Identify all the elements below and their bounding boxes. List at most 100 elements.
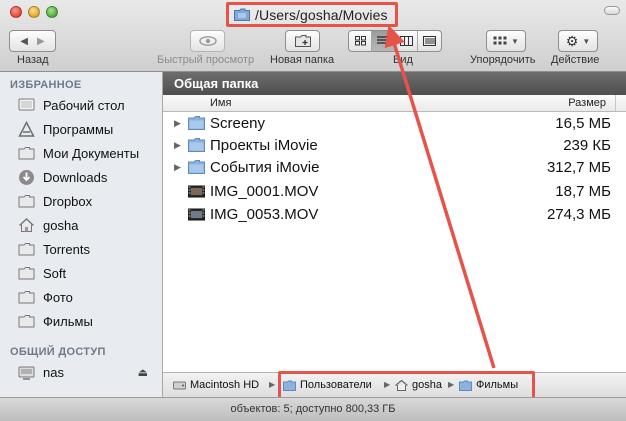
column-size-header[interactable]: Размер: [568, 97, 606, 109]
arrange-label: Упорядочить: [470, 54, 536, 66]
file-row[interactable]: IMG_0001.MOV 18,7 МБ: [163, 180, 626, 203]
shared-heading: ОБЩИЙ ДОСТУП: [10, 346, 106, 358]
sidebar-item-my-documents[interactable]: Мои Документы: [0, 141, 162, 165]
new-folder-icon: [294, 35, 311, 47]
folder-header: Общая папка: [163, 72, 626, 95]
action-label: Действие: [551, 54, 600, 66]
file-name: IMG_0053.MOV: [210, 206, 319, 223]
file-size: 16,5 МБ: [555, 115, 611, 132]
view-columns-button[interactable]: [395, 31, 418, 51]
coverflow-view-icon: [423, 36, 436, 46]
sidebar-item-torrents[interactable]: Torrents: [0, 237, 162, 261]
sidebar-item-label: Фильмы: [43, 313, 93, 329]
path-item-label: Фильмы: [476, 379, 519, 391]
back-label: Назад: [17, 54, 49, 66]
folder-icon: [234, 8, 250, 21]
path-item-gosha[interactable]: gosha: [395, 379, 442, 391]
forward-arrow-icon[interactable]: ▶: [37, 36, 45, 47]
eye-icon: [198, 36, 217, 46]
window-title: /Users/gosha/Movies: [255, 6, 388, 23]
view-mode-control[interactable]: [348, 30, 442, 52]
view-list-button[interactable]: [372, 31, 395, 51]
window-toolbar: /Users/gosha/Movies ◀ ▶ Назад Быстрый пр…: [0, 0, 626, 72]
file-size: 312,7 МБ: [546, 159, 611, 176]
back-arrow-icon[interactable]: ◀: [20, 36, 28, 47]
new-folder-button[interactable]: [285, 30, 320, 52]
view-icons-button[interactable]: [349, 31, 372, 51]
movie-file-icon: [188, 185, 205, 198]
new-folder-label: Новая папка: [270, 54, 335, 66]
folder-icon: [18, 314, 35, 327]
hard-drive-icon: [173, 381, 186, 389]
status-text: объектов: 5; доступно 800,33 ГБ: [230, 403, 396, 415]
sidebar-item-nas[interactable]: nas ⏏: [0, 360, 162, 384]
column-divider[interactable]: [615, 95, 616, 111]
path-item-films[interactable]: Фильмы: [459, 379, 518, 391]
disclosure-triangle-icon[interactable]: ▶: [174, 140, 181, 151]
applications-icon: [18, 120, 35, 137]
toolbar-toggle-button[interactable]: [604, 6, 620, 15]
file-size: 18,7 МБ: [555, 183, 611, 200]
folder-icon: [188, 138, 205, 152]
path-separator-icon: ▶: [269, 380, 276, 389]
column-view-icon: [399, 36, 413, 46]
sidebar-item-dropbox[interactable]: Dropbox: [0, 189, 162, 213]
sidebar-item-soft[interactable]: Soft: [0, 261, 162, 285]
action-button[interactable]: ⚙ ▼: [558, 30, 598, 52]
file-row[interactable]: ▶ Screeny 16,5 МБ: [163, 112, 626, 135]
file-name: События iMovie: [210, 159, 320, 176]
path-bar: Macintosh HD ▶ Пользователи ▶ gosha ▶ Фи…: [163, 372, 626, 397]
column-name-header[interactable]: Имя: [210, 97, 231, 109]
sidebar-item-label: gosha: [43, 217, 79, 233]
sidebar-item-downloads[interactable]: Downloads: [0, 165, 162, 189]
folder-icon: [18, 290, 35, 303]
path-item-macintosh-hd[interactable]: Macintosh HD: [173, 379, 259, 391]
disclosure-triangle-icon[interactable]: ▶: [174, 118, 181, 129]
favorites-heading: ИЗБРАННОЕ: [10, 79, 82, 91]
file-row[interactable]: ▶ События iMovie 312,7 МБ: [163, 156, 626, 179]
sidebar-item-label: Мои Документы: [43, 145, 140, 161]
home-icon: [395, 379, 408, 391]
sidebar-item-photo[interactable]: Фото: [0, 285, 162, 309]
chevron-down-icon: ▼: [582, 36, 591, 46]
desktop-icon: [18, 98, 35, 110]
sidebar-item-label: Dropbox: [43, 193, 93, 209]
view-coverflow-button[interactable]: [418, 31, 441, 51]
disclosure-triangle-icon[interactable]: ▶: [174, 162, 181, 173]
back-forward-buttons[interactable]: ◀ ▶: [9, 30, 56, 52]
file-name: Проекты iMovie: [210, 137, 318, 154]
zoom-window-button[interactable]: [46, 6, 58, 18]
file-row[interactable]: ▶ Проекты iMovie 239 КБ: [163, 134, 626, 157]
sidebar-item-label: Фото: [43, 289, 73, 305]
folder-icon: [18, 194, 35, 207]
file-row[interactable]: IMG_0053.MOV 274,3 МБ: [163, 203, 626, 226]
folder-icon: [459, 380, 472, 391]
path-item-label: Пользователи: [300, 379, 372, 391]
folder-icon: [188, 116, 205, 130]
eject-icon[interactable]: ⏏: [138, 366, 148, 379]
arrange-icon: [493, 36, 507, 45]
sidebar-item-desktop[interactable]: Рабочий стол: [0, 93, 162, 117]
sidebar-item-films[interactable]: Фильмы: [0, 309, 162, 333]
close-window-button[interactable]: [10, 6, 22, 18]
path-separator-icon: ▶: [384, 380, 391, 389]
sidebar-item-label: Soft: [43, 265, 67, 281]
chevron-down-icon: ▼: [511, 36, 519, 46]
quicklook-button[interactable]: [190, 30, 225, 52]
status-bar: объектов: 5; доступно 800,33 ГБ: [0, 397, 626, 421]
path-separator-icon: ▶: [448, 380, 455, 389]
path-item-label: gosha: [412, 379, 442, 391]
folder-icon: [283, 380, 296, 391]
sidebar-item-gosha[interactable]: gosha: [0, 213, 162, 237]
minimize-window-button[interactable]: [28, 6, 40, 18]
arrange-button[interactable]: ▼: [486, 30, 526, 52]
movie-file-icon: [188, 208, 205, 221]
path-item-users[interactable]: Пользователи: [283, 379, 372, 391]
folder-icon: [188, 160, 205, 174]
sidebar-item-label: Рабочий стол: [43, 97, 125, 113]
file-size: 274,3 МБ: [546, 206, 611, 223]
sidebar-item-applications[interactable]: Программы: [0, 117, 162, 141]
sidebar-item-label: Downloads: [43, 169, 108, 185]
sidebar-item-label: Программы: [43, 121, 114, 137]
icon-view-icon: [354, 36, 366, 46]
